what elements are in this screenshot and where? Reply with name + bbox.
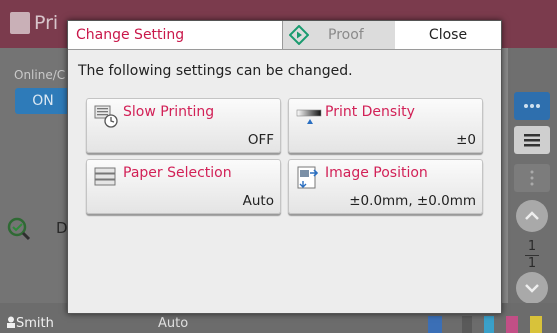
user-name: Smith — [16, 316, 54, 331]
total-pages: 1 — [527, 256, 537, 271]
chevron-up-icon — [525, 211, 539, 220]
chevron-down-icon — [525, 284, 539, 293]
print-density-icon — [296, 109, 322, 124]
paper-selection-value: Auto — [242, 193, 274, 209]
dialog-title: Change Setting — [76, 27, 185, 43]
close-button[interactable]: Close — [395, 21, 501, 49]
d-label: D — [56, 219, 68, 237]
user-indicator: Smith — [6, 316, 54, 331]
paper-selection-button[interactable]: Paper Selection Auto — [86, 159, 281, 214]
slow-printing-icon — [94, 105, 118, 128]
paper-tray-icon — [94, 167, 116, 186]
online-on-button[interactable]: ON — [15, 88, 71, 114]
ink-level-cyan — [428, 316, 442, 333]
paper-selection-label: Paper Selection — [123, 165, 232, 181]
user-icon — [7, 316, 15, 328]
dialog-description: The following settings can be changed. — [78, 63, 353, 79]
current-page: 1 — [527, 239, 537, 254]
print-density-label: Print Density — [325, 104, 415, 120]
change-setting-dialog: Change Setting Proof Close The following… — [67, 20, 502, 314]
more-button[interactable] — [514, 92, 550, 120]
proof-label: Proof — [328, 27, 364, 43]
proof-diamond-icon — [289, 25, 309, 45]
image-position-button[interactable]: Image Position ±0.0mm, ±0.0mm — [288, 159, 483, 214]
print-density-value: ±0 — [456, 132, 476, 148]
slow-printing-label: Slow Printing — [123, 104, 215, 120]
ink-level-magenta — [506, 316, 518, 333]
scroll-down-button[interactable] — [516, 272, 548, 304]
ink-level-black — [462, 316, 472, 333]
image-position-label: Image Position — [325, 165, 428, 181]
list-view-button[interactable] — [514, 126, 550, 154]
list-icon — [524, 134, 540, 147]
scroll-up-button[interactable] — [516, 200, 548, 232]
online-label: Online/C — [14, 68, 66, 82]
footer-auto-label: Auto — [158, 316, 189, 331]
slow-printing-value: OFF — [247, 132, 274, 148]
ellipsis-icon — [524, 104, 540, 108]
ink-level-blue — [484, 316, 494, 333]
slow-printing-button[interactable]: Slow Printing OFF — [86, 98, 281, 153]
ink-level-yellow — [530, 316, 542, 333]
image-position-icon — [297, 166, 319, 189]
print-density-button[interactable]: Print Density ±0 — [288, 98, 483, 153]
page-indicator: 1 1 — [522, 240, 542, 271]
vertical-dots-icon — [530, 170, 534, 186]
magnifier-check-icon — [7, 217, 31, 241]
proof-button[interactable]: Proof — [282, 21, 396, 49]
image-position-value: ±0.0mm, ±0.0mm — [349, 193, 476, 209]
app-title: Pri — [34, 12, 59, 34]
close-label: Close — [428, 27, 468, 43]
dialog-titlebar: Change Setting Proof Close — [68, 21, 501, 50]
printer-icon — [10, 12, 30, 34]
side-menu-button[interactable] — [514, 164, 550, 192]
left-panel — [0, 48, 70, 303]
